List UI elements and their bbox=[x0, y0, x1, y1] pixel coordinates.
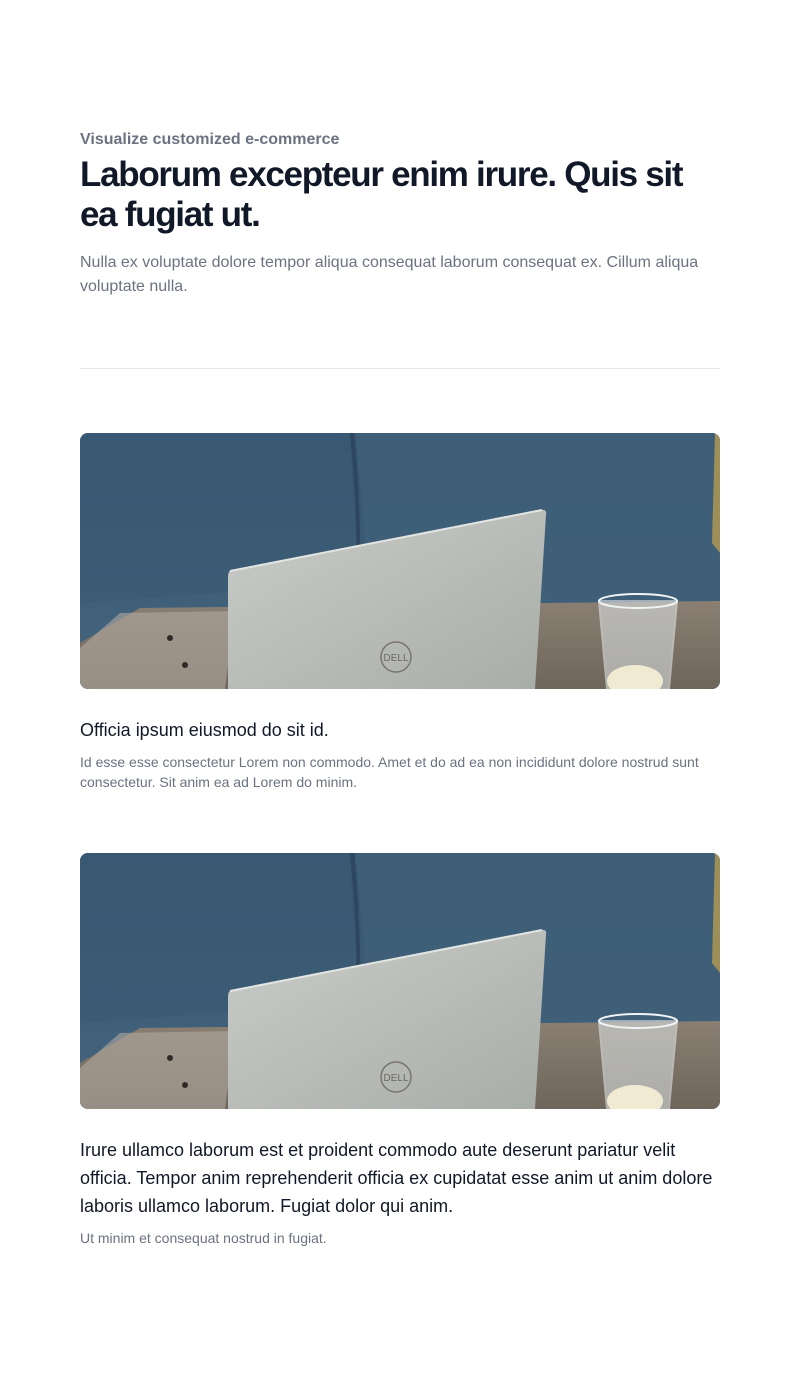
page-header: Visualize customized e-commerce Laborum … bbox=[80, 129, 720, 299]
card-description: Id esse esse consectetur Lorem non commo… bbox=[80, 754, 699, 790]
eyebrow-label: Visualize customized e-commerce bbox=[80, 131, 340, 148]
post-card[interactable]: DELL Irure ullamco laborum est et proide… bbox=[80, 853, 720, 1248]
page-description: Nulla ex voluptate dolore tempor aliqua … bbox=[80, 254, 699, 295]
section-divider bbox=[80, 368, 720, 369]
post-card[interactable]: DELL Officia ipsum eiusmod do sit id. Id… bbox=[80, 433, 720, 792]
card-description: Ut minim et consequat nostrud in fugiat. bbox=[80, 1230, 327, 1246]
page-title: Laborum excepteur enim irure. Quis sit e… bbox=[80, 155, 683, 234]
laptop-photo-illustration: DELL bbox=[80, 433, 720, 689]
dell-logo-text: DELL bbox=[383, 653, 408, 664]
laptop-photo[interactable]: DELL bbox=[80, 433, 720, 689]
card-title[interactable]: Irure ullamco laborum est et proident co… bbox=[80, 1136, 720, 1220]
page: Visualize customized e-commerce Laborum … bbox=[0, 0, 800, 1373]
laptop-photo-illustration: DELL bbox=[80, 853, 720, 1109]
dell-logo-text: DELL bbox=[383, 1073, 408, 1084]
card-title[interactable]: Officia ipsum eiusmod do sit id. bbox=[80, 716, 720, 744]
laptop-photo[interactable]: DELL bbox=[80, 853, 720, 1109]
